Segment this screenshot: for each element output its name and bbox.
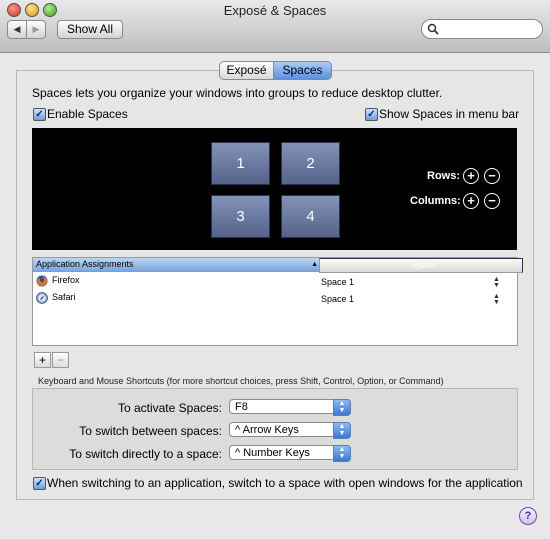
space-value[interactable]: Space 1 <box>321 294 354 304</box>
space-tile[interactable]: 3 <box>211 195 270 238</box>
back-arrow-icon: ◀ <box>13 24 21 34</box>
tab-expose[interactable]: Exposé <box>219 61 274 80</box>
popup-arrows-icon: ▲ ▼ <box>333 445 351 462</box>
table-row[interactable]: Safari Space 1 ▲ ▼ <box>33 290 517 307</box>
space-stepper-icon[interactable]: ▲ ▼ <box>493 276 500 289</box>
space-tile[interactable]: 1 <box>211 142 270 185</box>
switch-between-label: To switch between spaces: <box>79 424 222 438</box>
column-header-space[interactable]: Space <box>319 258 523 273</box>
back-button[interactable]: ◀ <box>7 20 27 39</box>
forward-button[interactable]: ▶ <box>26 20 46 39</box>
sort-ascending-icon: ▲ <box>311 261 318 268</box>
firefox-icon <box>36 275 48 287</box>
enable-spaces-checkbox[interactable]: ✓ <box>33 108 46 121</box>
enable-spaces-label: Enable Spaces <box>47 107 128 121</box>
space-value[interactable]: Space 1 <box>321 277 354 287</box>
show-menu-bar-checkbox[interactable]: ✓ <box>365 108 378 121</box>
popup-value: ^ Arrow Keys <box>235 424 299 436</box>
tab-spaces[interactable]: Spaces <box>273 61 332 80</box>
popup-value: F8 <box>235 401 248 413</box>
rows-label: Rows: <box>427 170 460 182</box>
add-row-button[interactable]: + <box>463 168 479 184</box>
search-input[interactable] <box>421 19 543 39</box>
show-all-button[interactable]: Show All <box>57 20 123 39</box>
application-assignments-table: Application Assignments ▲ Space Firefox … <box>32 257 523 346</box>
space-tile[interactable]: 4 <box>281 195 340 238</box>
search-icon <box>427 23 439 35</box>
remove-row-button[interactable]: − <box>484 168 500 184</box>
shortcuts-header: Keyboard and Mouse Shortcuts (for more s… <box>38 376 444 386</box>
popup-value: ^ Number Keys <box>235 447 310 459</box>
show-menu-bar-label: Show Spaces in menu bar <box>379 107 520 121</box>
space-tile[interactable]: 2 <box>281 142 340 185</box>
switch-to-space-checkbox[interactable]: ✓ <box>33 477 46 490</box>
safari-icon <box>36 292 48 304</box>
columns-label: Columns: <box>410 195 461 207</box>
forward-arrow-icon: ▶ <box>32 24 40 34</box>
spaces-description: Spaces lets you organize your windows in… <box>32 86 443 100</box>
switch-to-space-label: When switching to an application, switch… <box>47 476 523 490</box>
activate-spaces-label: To activate Spaces: <box>117 401 222 415</box>
space-stepper-icon[interactable]: ▲ ▼ <box>493 293 500 306</box>
app-name: Safari <box>52 292 76 302</box>
popup-arrows-icon: ▲ ▼ <box>333 422 351 439</box>
remove-column-button[interactable]: − <box>484 193 500 209</box>
column-header-label: Application Assignments <box>36 259 134 269</box>
switch-directly-popup[interactable]: ^ Number Keys ▲ ▼ <box>229 445 351 462</box>
spaces-preview <box>32 128 517 250</box>
table-row[interactable]: Firefox Space 1 ▲ ▼ <box>33 273 517 290</box>
window-title: Exposé & Spaces <box>223 3 327 18</box>
popup-arrows-icon: ▲ ▼ <box>333 399 351 416</box>
help-button[interactable]: ? <box>519 507 537 525</box>
switch-between-popup[interactable]: ^ Arrow Keys ▲ ▼ <box>229 422 351 439</box>
app-name: Firefox <box>52 275 80 285</box>
switch-directly-label: To switch directly to a space: <box>69 447 222 461</box>
remove-assignment-button[interactable]: − <box>52 352 69 368</box>
add-column-button[interactable]: + <box>463 193 479 209</box>
activate-spaces-popup[interactable]: F8 ▲ ▼ <box>229 399 351 416</box>
add-assignment-button[interactable]: + <box>34 352 51 368</box>
column-header-application[interactable]: Application Assignments ▲ <box>33 258 322 272</box>
